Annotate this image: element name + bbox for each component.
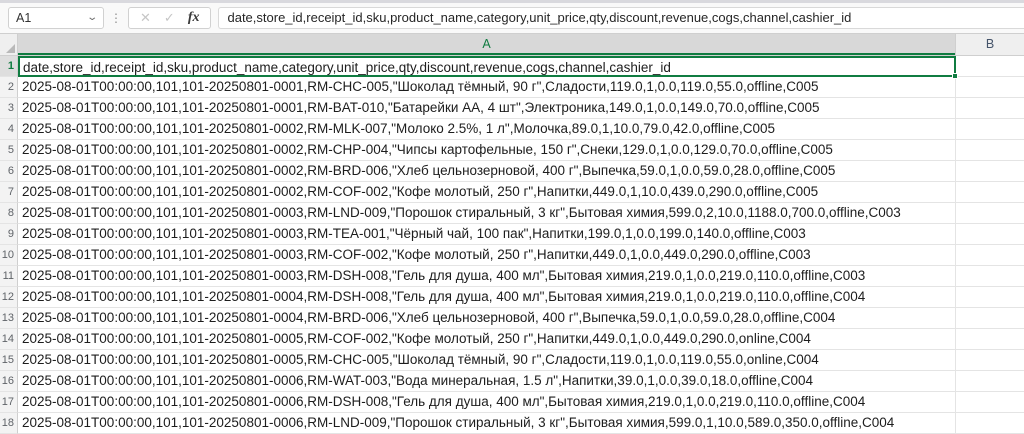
cell-A13[interactable]: 2025-08-01T00:00:00,101,101-20250801-000… (18, 308, 956, 329)
table-row: 9 2025-08-01T00:00:00,101,101-20250801-00… (0, 224, 1024, 245)
cell-B5[interactable] (956, 140, 1024, 161)
name-box[interactable]: A1 ⌄ (8, 7, 104, 29)
cell-A16[interactable]: 2025-08-01T00:00:00,101,101-20250801-000… (18, 371, 956, 392)
table-row: 16 2025-08-01T00:00:00,101,101-20250801-0… (0, 371, 1024, 392)
column-headers: A B (0, 34, 1024, 56)
table-row: 8 2025-08-01T00:00:00,101,101-20250801-00… (0, 203, 1024, 224)
table-row: 2 2025-08-01T00:00:00,101,101-20250801-00… (0, 77, 1024, 98)
formula-actions: ✕ ✓ fx (128, 7, 212, 29)
cell-B11[interactable] (956, 266, 1024, 287)
row-header-3[interactable]: 3 (0, 98, 18, 119)
grid-rows: 1 date,store_id,receipt_id,sku,product_na… (0, 56, 1024, 434)
cell-B16[interactable] (956, 371, 1024, 392)
table-row: 7 2025-08-01T00:00:00,101,101-20250801-00… (0, 182, 1024, 203)
table-row: 17 2025-08-01T00:00:00,101,101-20250801-0… (0, 392, 1024, 413)
table-row: 6 2025-08-01T00:00:00,101,101-20250801-00… (0, 161, 1024, 182)
table-row: 3 2025-08-01T00:00:00,101,101-20250801-00… (0, 98, 1024, 119)
cell-A4[interactable]: 2025-08-01T00:00:00,101,101-20250801-000… (18, 119, 956, 140)
cell-A18[interactable]: 2025-08-01T00:00:00,101,101-20250801-000… (18, 413, 956, 434)
select-all-triangle-icon (6, 44, 15, 53)
cell-B13[interactable] (956, 308, 1024, 329)
cell-A14[interactable]: 2025-08-01T00:00:00,101,101-20250801-000… (18, 329, 956, 350)
row-header-9[interactable]: 9 (0, 224, 18, 245)
row-header-8[interactable]: 8 (0, 203, 18, 224)
cell-B17[interactable] (956, 392, 1024, 413)
column-header-A[interactable]: A (18, 34, 956, 55)
formula-bar: A1 ⌄ ⋮ ✕ ✓ fx date,store_id,receipt_id,s… (0, 3, 1024, 33)
cell-A10[interactable]: 2025-08-01T00:00:00,101,101-20250801-000… (18, 245, 956, 266)
row-header-12[interactable]: 12 (0, 287, 18, 308)
cell-B12[interactable] (956, 287, 1024, 308)
row-header-13[interactable]: 13 (0, 308, 18, 329)
row-header-7[interactable]: 7 (0, 182, 18, 203)
table-row: 4 2025-08-01T00:00:00,101,101-20250801-00… (0, 119, 1024, 140)
cell-A17[interactable]: 2025-08-01T00:00:00,101,101-20250801-000… (18, 392, 956, 413)
row-header-1[interactable]: 1 (0, 56, 18, 77)
table-row: 13 2025-08-01T00:00:00,101,101-20250801-0… (0, 308, 1024, 329)
cell-B18[interactable] (956, 413, 1024, 434)
table-row: 14 2025-08-01T00:00:00,101,101-20250801-0… (0, 329, 1024, 350)
sheet-grid: A B 1 date,store_id,receipt_id,sku,produc… (0, 33, 1024, 434)
cell-B1[interactable] (956, 56, 1024, 77)
cancel-icon[interactable]: ✕ (140, 10, 151, 26)
cell-B14[interactable] (956, 329, 1024, 350)
cell-B4[interactable] (956, 119, 1024, 140)
row-header-5[interactable]: 5 (0, 140, 18, 161)
row-header-18[interactable]: 18 (0, 413, 18, 434)
column-header-B[interactable]: B (956, 34, 1024, 55)
cell-B9[interactable] (956, 224, 1024, 245)
table-row: 12 2025-08-01T00:00:00,101,101-20250801-0… (0, 287, 1024, 308)
cell-A11[interactable]: 2025-08-01T00:00:00,101,101-20250801-000… (18, 266, 956, 287)
chevron-down-icon[interactable]: ⌄ (86, 13, 98, 23)
row-header-16[interactable]: 16 (0, 371, 18, 392)
fill-handle[interactable] (952, 73, 958, 79)
cell-A9[interactable]: 2025-08-01T00:00:00,101,101-20250801-000… (18, 224, 956, 245)
cell-reference: A1 (16, 11, 32, 25)
select-all-button[interactable] (0, 34, 18, 55)
row-header-2[interactable]: 2 (0, 77, 18, 98)
row-header-6[interactable]: 6 (0, 161, 18, 182)
cell-A15[interactable]: 2025-08-01T00:00:00,101,101-20250801-000… (18, 350, 956, 371)
table-row: 5 2025-08-01T00:00:00,101,101-20250801-00… (0, 140, 1024, 161)
cell-A8[interactable]: 2025-08-01T00:00:00,101,101-20250801-000… (18, 203, 956, 224)
table-row: 11 2025-08-01T00:00:00,101,101-20250801-0… (0, 266, 1024, 287)
cell-B10[interactable] (956, 245, 1024, 266)
cell-B3[interactable] (956, 98, 1024, 119)
row-header-10[interactable]: 10 (0, 245, 18, 266)
cell-A12[interactable]: 2025-08-01T00:00:00,101,101-20250801-000… (18, 287, 956, 308)
kebab-menu-icon[interactable]: ⋮ (104, 11, 128, 25)
row-header-17[interactable]: 17 (0, 392, 18, 413)
table-row: 1 date,store_id,receipt_id,sku,product_na… (0, 56, 1024, 79)
cell-B8[interactable] (956, 203, 1024, 224)
row-header-15[interactable]: 15 (0, 350, 18, 371)
row-header-14[interactable]: 14 (0, 329, 18, 350)
cell-A2[interactable]: 2025-08-01T00:00:00,101,101-20250801-000… (18, 77, 956, 98)
spreadsheet-app: A1 ⌄ ⋮ ✕ ✓ fx date,store_id,receipt_id,s… (0, 0, 1024, 434)
table-row: 15 2025-08-01T00:00:00,101,101-20250801-0… (0, 350, 1024, 371)
cell-B15[interactable] (956, 350, 1024, 371)
cell-A1[interactable]: date,store_id,receipt_id,sku,product_nam… (18, 56, 958, 79)
cell-B2[interactable] (956, 77, 1024, 98)
enter-icon[interactable]: ✓ (164, 10, 175, 26)
cell-A6[interactable]: 2025-08-01T00:00:00,101,101-20250801-000… (18, 161, 956, 182)
formula-input[interactable]: date,store_id,receipt_id,sku,product_nam… (218, 7, 1024, 29)
cell-A5[interactable]: 2025-08-01T00:00:00,101,101-20250801-000… (18, 140, 956, 161)
row-header-11[interactable]: 11 (0, 266, 18, 287)
row-header-4[interactable]: 4 (0, 119, 18, 140)
cell-B6[interactable] (956, 161, 1024, 182)
table-row: 18 2025-08-01T00:00:00,101,101-20250801-0… (0, 413, 1024, 434)
table-row: 10 2025-08-01T00:00:00,101,101-20250801-0… (0, 245, 1024, 266)
cell-B7[interactable] (956, 182, 1024, 203)
cell-A3[interactable]: 2025-08-01T00:00:00,101,101-20250801-000… (18, 98, 956, 119)
insert-function-icon[interactable]: fx (188, 10, 200, 26)
cell-A7[interactable]: 2025-08-01T00:00:00,101,101-20250801-000… (18, 182, 956, 203)
